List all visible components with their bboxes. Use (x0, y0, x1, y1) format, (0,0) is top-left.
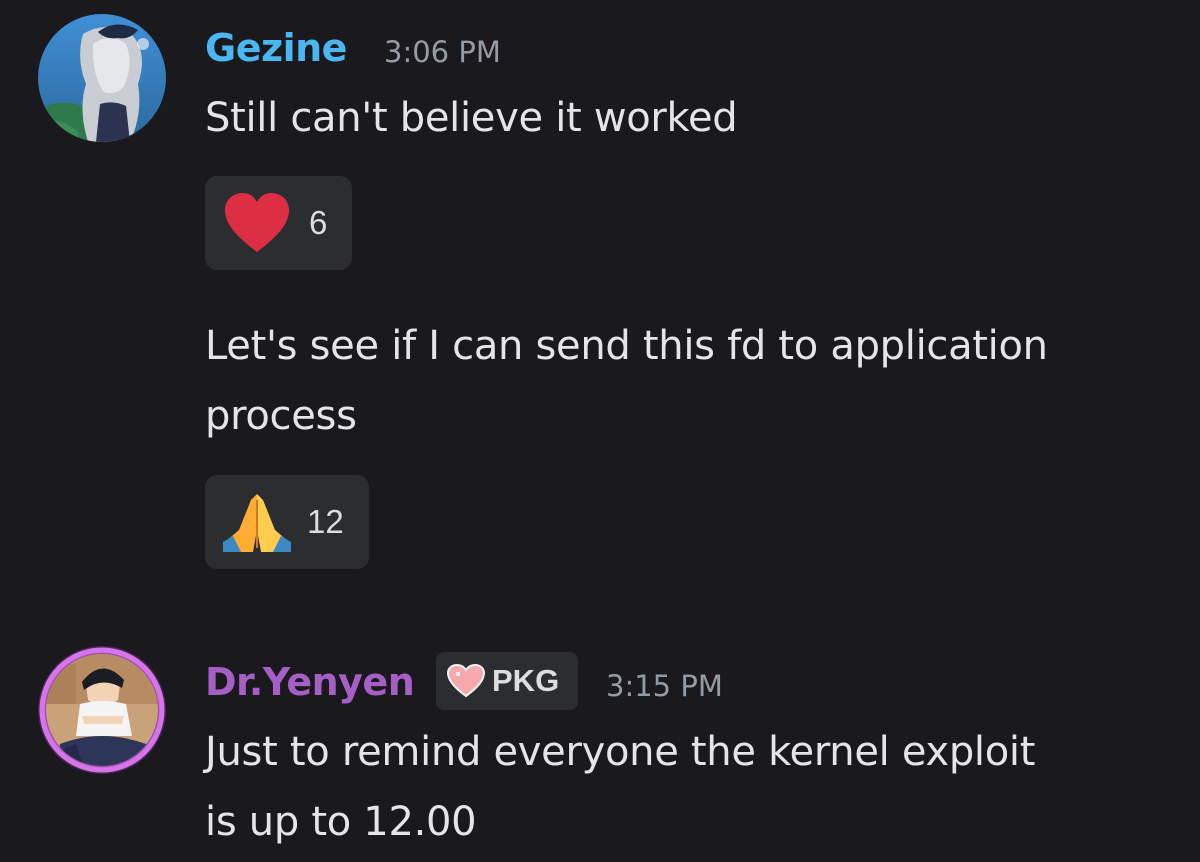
message-timestamp: 3:06 PM (384, 35, 501, 69)
username-dr-yenyen[interactable]: Dr.Yenyen (205, 660, 415, 704)
reaction-folded-hands[interactable]: 12 (205, 475, 369, 569)
message-text: Let's see if I can send this fd to appli… (205, 323, 1048, 369)
message-timestamp: 3:15 PM (606, 669, 723, 703)
chat-message-list: Gezine 3:06 PM Still can't believe it wo… (0, 0, 1200, 862)
anime-girl-avatar-icon (38, 14, 166, 142)
avatar-gezine[interactable] (38, 14, 166, 142)
heart-icon (225, 193, 289, 252)
message-text-continued: is up to 12.00 (205, 799, 477, 845)
username-gezine[interactable]: Gezine (205, 26, 347, 70)
message-text: Just to remind everyone the kernel explo… (205, 729, 1036, 775)
reaction-heart[interactable]: 6 (205, 176, 352, 270)
tag-label: PKG (492, 663, 560, 698)
anime-boy-avatar-icon (38, 646, 166, 774)
message-text: Still can't believe it worked (205, 95, 738, 141)
user-tag-pkg[interactable]: PKG (436, 652, 578, 710)
message-text-continued: process (205, 393, 357, 439)
folded-hands-icon (223, 494, 291, 552)
pixel-heart-icon (446, 664, 486, 698)
reaction-count: 6 (309, 204, 328, 241)
avatar-dr-yenyen[interactable] (36, 644, 168, 776)
reaction-count: 12 (307, 503, 344, 540)
